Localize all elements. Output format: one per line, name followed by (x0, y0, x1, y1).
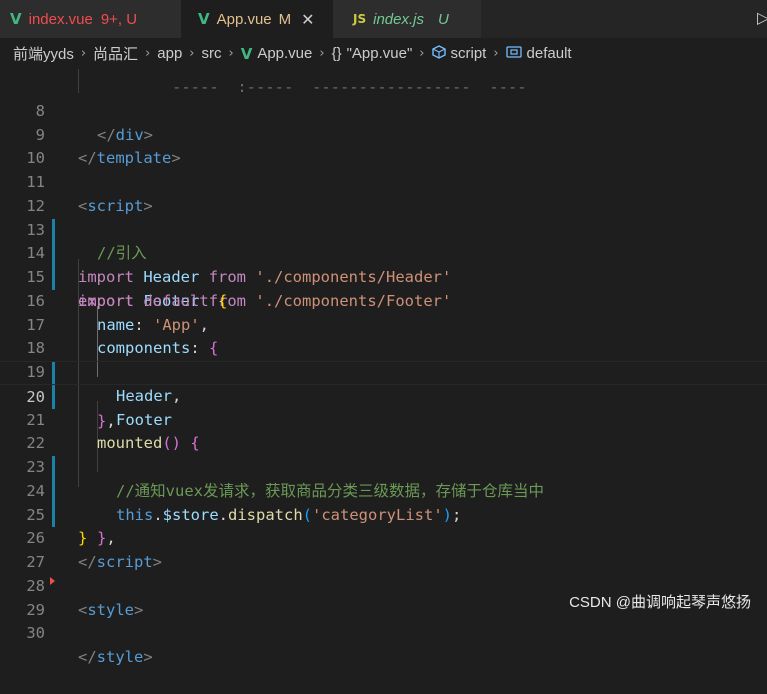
vue-file-icon: V (10, 10, 22, 28)
tab-app-vue[interactable]: V App.vue M ✕ (181, 0, 333, 38)
code-line: 12 //引入 (0, 171, 767, 263)
code-line: 8 </div> (0, 76, 767, 144)
code-line: 25 } (0, 480, 767, 548)
code-line: 26 </script> (0, 504, 767, 571)
tab-label: index.vue (28, 10, 93, 28)
code-line: 11 <script> (0, 147, 767, 215)
code-line: 24 }, (0, 456, 767, 548)
tab-index-js[interactable]: JS index.js U (333, 0, 481, 38)
deleted-lines-marker[interactable] (50, 576, 55, 585)
code-line: 23 this.$store.dispatch('categoryList'); (0, 432, 767, 524)
code-line: 19 Footer (0, 337, 767, 429)
code-line: 28 <style> (0, 551, 767, 619)
tab-status: M (278, 10, 292, 28)
code-line: 17 components: { (0, 290, 767, 358)
code-editor[interactable]: ----- :----- ----------------- ---- 8 </… (0, 69, 767, 666)
tab-label: App.vue (216, 10, 272, 28)
vue-file-icon: V (198, 10, 210, 28)
code-line: 16 name: 'App', (0, 266, 767, 334)
code-line: 9 </template> (0, 100, 767, 168)
line-number: 30 (26, 624, 45, 643)
editor-tab-bar: V index.vue 9+, U V App.vue M ✕ JS index… (0, 0, 767, 38)
closing-style-tag: style (96, 648, 144, 666)
code-line-current: 20 }, (0, 361, 767, 430)
code-line: ----- :----- ----------------- ---- (0, 52, 767, 96)
tab-index-vue[interactable]: V index.vue 9+, U (0, 0, 181, 38)
code-line: 22 //通知vuex发请求，获取商品分类三级数据，存储于仓库当中 (0, 409, 767, 500)
code-line: 13 import Header from './components/Head… (0, 195, 767, 287)
tab-status: U (437, 10, 449, 28)
split-editor-icon[interactable]: ▷ (757, 8, 767, 27)
code-line: 10 (0, 124, 767, 167)
code-line: 27 (0, 527, 767, 571)
watermark: CSDN @曲调响起琴声悠扬 (569, 594, 751, 611)
code-line: 18 Header, (0, 314, 767, 405)
code-line: 15 export default { (0, 242, 767, 310)
code-line: 14 import Footer from './components/Foot… (0, 219, 767, 310)
tab-label: index.js (373, 10, 424, 28)
js-file-icon: JS (353, 12, 367, 26)
code-line: 21 mounted() { (0, 385, 767, 453)
close-icon[interactable]: ✕ (301, 10, 314, 29)
tab-status: 9+, U (100, 10, 138, 28)
